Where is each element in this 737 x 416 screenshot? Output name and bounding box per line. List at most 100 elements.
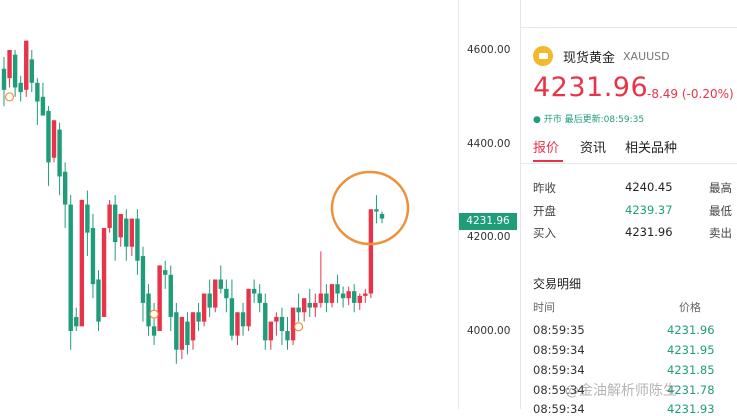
quote-value: 4231.96 — [625, 225, 673, 239]
candle-body — [374, 209, 379, 212]
col-price: 价格 — [679, 301, 701, 314]
candle-svg[interactable] — [0, 0, 458, 409]
candle-body — [85, 204, 90, 233]
candle-body — [235, 312, 240, 336]
candle-body — [313, 302, 318, 308]
trade-price: 4231.93 — [667, 402, 715, 416]
trade-time: 08:59:34 — [533, 402, 585, 416]
trades-title: 交易明细 — [533, 277, 582, 291]
quote-value: 4239.37 — [625, 203, 673, 217]
candle-body — [324, 293, 329, 303]
candle-body — [201, 293, 207, 322]
candle-body — [213, 279, 218, 308]
candle-body — [246, 288, 251, 327]
trade-price: 4231.78 — [667, 383, 715, 397]
tab-bar: 报价 资讯 相关品种 — [521, 135, 737, 164]
candle-body — [279, 316, 285, 331]
quote-label: 开盘 — [533, 204, 556, 218]
candle-body — [140, 256, 146, 303]
quote-label: 买入 — [533, 226, 556, 240]
candle-body — [57, 129, 62, 177]
candle-body — [112, 204, 118, 243]
instrument-header: 现货黄金 XAUUSD — [533, 46, 670, 66]
candle-body — [318, 293, 324, 303]
candle-body — [90, 227, 96, 285]
candle-body — [146, 293, 151, 327]
active-tab-indicator — [533, 160, 563, 162]
trade-price: 4231.96 — [667, 323, 715, 337]
candle-body — [335, 284, 340, 294]
y-tick-label: 4000.00 — [467, 325, 511, 337]
candlestick-chart[interactable] — [0, 0, 458, 409]
candle-body — [285, 331, 290, 341]
candle-body — [24, 40, 29, 90]
candle-body — [185, 321, 190, 346]
candle-body — [29, 59, 34, 83]
candle-body — [179, 316, 185, 350]
candle-body — [35, 82, 40, 102]
candle-body — [229, 298, 235, 336]
candle-body — [274, 316, 279, 322]
candle-body — [368, 209, 374, 294]
quote-value: 4240.45 — [625, 180, 673, 194]
col-time: 时间 — [533, 301, 555, 314]
trade-price: 4231.95 — [667, 343, 715, 357]
tab-news[interactable]: 资讯 — [580, 137, 606, 156]
candle-body — [18, 82, 23, 93]
quote-label-high: 最高 — [709, 181, 732, 195]
candle-body — [329, 284, 335, 303]
status-dot-icon: ● — [533, 115, 541, 125]
last-price: 4231.96 — [533, 72, 649, 103]
quote-panel: 现货黄金 XAUUSD 4231.96 -8.49 (-0.20%) ● 开市 … — [520, 0, 737, 416]
candle-body — [240, 312, 246, 327]
candle-body — [12, 54, 18, 88]
candle-body — [157, 265, 162, 331]
quote-label-low: 最低 — [709, 204, 732, 218]
price-axis: 4600.00 4400.00 4200.00 4000.00 4231.96 — [458, 0, 519, 409]
candle-body — [168, 274, 173, 317]
trade-time: 08:59:34 — [533, 343, 585, 357]
candle-body — [352, 291, 357, 303]
candle-body — [218, 279, 223, 289]
tab-related[interactable]: 相关品种 — [625, 137, 677, 156]
candle-body — [46, 110, 51, 163]
signal-marker — [4, 92, 15, 102]
candle-body — [1, 68, 7, 90]
candle-body — [307, 302, 312, 308]
gold-bar-icon — [533, 46, 553, 66]
candle-body — [51, 120, 57, 158]
candle-body — [135, 218, 140, 261]
instrument-name: 现货黄金 — [563, 50, 616, 66]
candle-body — [340, 293, 346, 299]
last-update: 最后更新:08:59:35 — [564, 115, 645, 125]
candle-body — [257, 293, 262, 303]
candle-body — [301, 298, 307, 313]
signal-marker — [294, 322, 304, 332]
y-tick-label: 4600.00 — [467, 44, 511, 56]
trade-time: 08:59:34 — [533, 383, 585, 397]
trade-time: 08:59:34 — [533, 363, 585, 377]
candle-body — [196, 312, 201, 322]
signal-marker — [149, 309, 159, 319]
candle-body — [268, 321, 274, 341]
candle-body — [40, 96, 46, 116]
market-status: ● 开市 最后更新:08:59:35 — [533, 112, 644, 125]
candle-body — [68, 204, 73, 331]
trade-time: 08:59:35 — [533, 323, 585, 337]
candle-body — [379, 213, 385, 219]
panel-top-strip — [521, 0, 737, 28]
instrument-code: XAUUSD — [623, 49, 670, 63]
market-open-label: 开市 — [543, 115, 562, 125]
candle-body — [163, 270, 168, 275]
candle-body — [263, 302, 268, 341]
quote-label: 昨收 — [533, 181, 556, 195]
candle-body — [190, 312, 196, 341]
y-tick-label: 4200.00 — [467, 231, 511, 243]
candle-body — [129, 218, 135, 247]
candle-body — [363, 293, 368, 296]
quote-label-ask: 卖出 — [709, 226, 732, 240]
tab-quote[interactable]: 报价 — [533, 137, 559, 156]
candle-body — [151, 326, 157, 336]
candle-body — [174, 312, 179, 350]
candle-body — [7, 50, 12, 79]
